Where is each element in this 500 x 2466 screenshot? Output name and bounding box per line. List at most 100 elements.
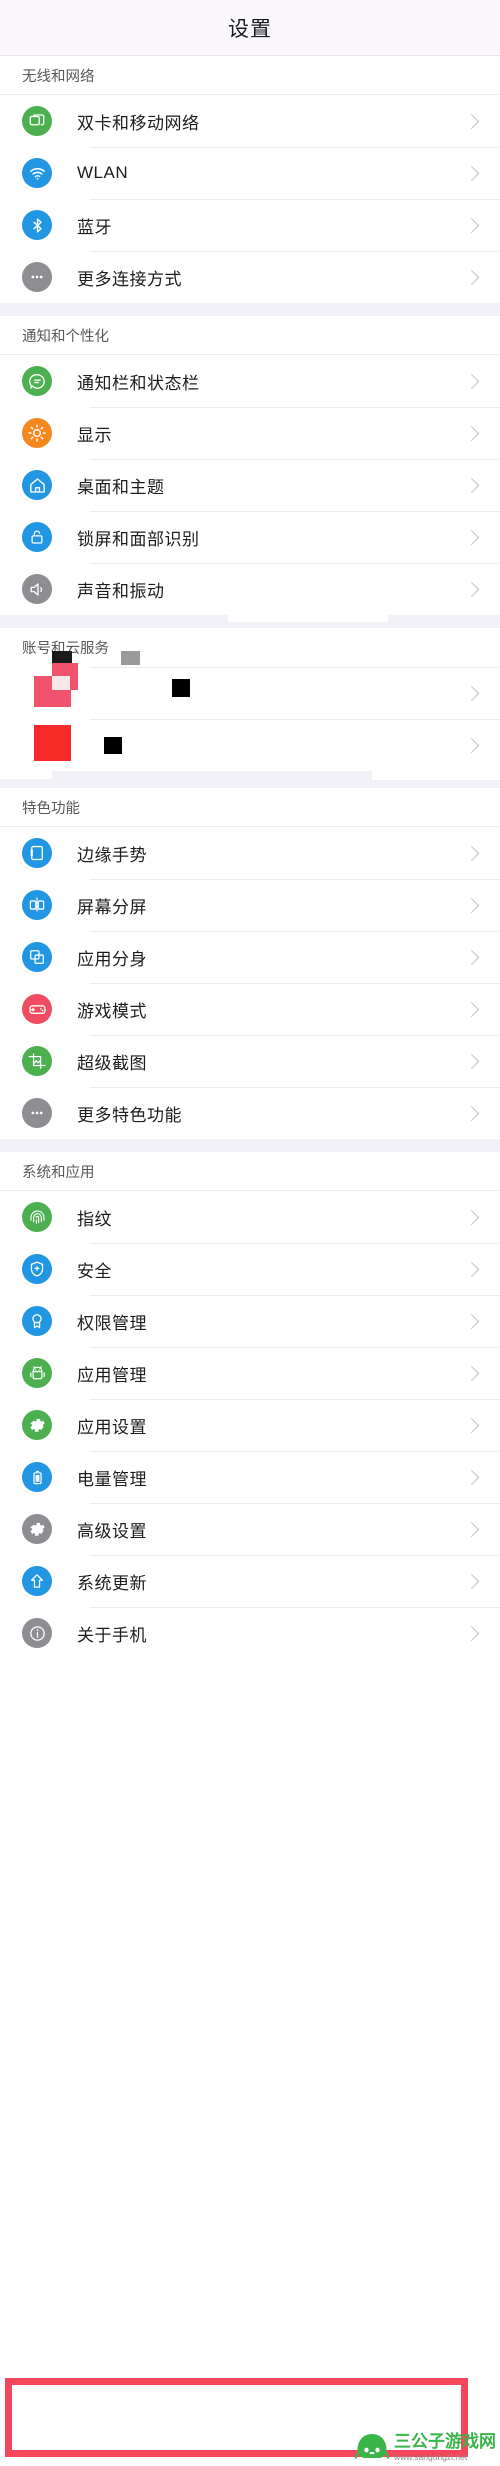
settings-row-dual-sim[interactable]: 双卡和移动网络 — [0, 95, 500, 147]
settings-row-display[interactable]: 显示 — [0, 407, 500, 459]
permission-badge-icon — [22, 1306, 52, 1336]
settings-row-label: 蓝牙 — [77, 217, 112, 237]
settings-row-label: 应用分身 — [77, 949, 147, 969]
torn-overlay — [228, 615, 388, 622]
chevron-right-icon — [463, 113, 480, 129]
settings-row-label: 锁屏和面部识别 — [77, 529, 200, 549]
settings-row-label: 应用管理 — [77, 1365, 147, 1385]
chevron-right-icon — [463, 269, 480, 285]
section-header-features: 特色功能 — [0, 788, 500, 827]
page-title: 设置 — [228, 17, 272, 41]
bluetooth-icon — [22, 210, 52, 240]
chevron-right-icon — [463, 1417, 480, 1433]
gamepad-icon — [22, 994, 52, 1024]
screenshot-icon — [22, 1046, 52, 1076]
gear-icon — [22, 1514, 52, 1544]
settings-row-label: WLAN — [77, 163, 129, 182]
settings-row-label: 系统更新 — [77, 1573, 147, 1593]
watermark-site-name: 三公子游戏网 — [394, 2431, 496, 2451]
settings-row-label: 更多连接方式 — [77, 269, 182, 289]
more-dots-icon — [22, 262, 52, 292]
chevron-right-icon — [463, 165, 480, 181]
battery-icon — [22, 1462, 52, 1492]
info-icon — [22, 1618, 52, 1648]
section-divider — [0, 303, 500, 316]
app-header: 设置 — [0, 0, 500, 56]
brightness-icon — [22, 418, 52, 448]
settings-row-app-clone[interactable]: 应用分身 — [0, 931, 500, 983]
settings-list: 无线和网络 双卡和移动网络 WLAN 蓝牙 更多连接方式 通知和个性化 通知栏和… — [0, 56, 500, 1659]
settings-row-app-settings[interactable]: 应用设置 — [0, 1399, 500, 1451]
chevron-right-icon — [463, 1469, 480, 1485]
chevron-right-icon — [463, 581, 480, 597]
settings-row-account-1[interactable] — [0, 663, 500, 719]
home-icon — [22, 470, 52, 500]
settings-row-permission-manager[interactable]: 权限管理 — [0, 1295, 500, 1347]
settings-row-label: 桌面和主题 — [77, 477, 165, 497]
fingerprint-icon — [22, 1202, 52, 1232]
chevron-right-icon — [463, 477, 480, 493]
redaction-block — [172, 679, 190, 697]
section-divider — [0, 771, 500, 788]
redaction-block — [121, 651, 140, 665]
settings-row-more-connections[interactable]: 更多连接方式 — [0, 251, 500, 303]
redaction-block — [34, 725, 71, 761]
settings-row-fingerprint[interactable]: 指纹 — [0, 1191, 500, 1243]
settings-row-edge-gesture[interactable]: 边缘手势 — [0, 827, 500, 879]
settings-row-label: 权限管理 — [77, 1313, 147, 1333]
chevron-right-icon — [463, 1573, 480, 1589]
settings-row-label: 游戏模式 — [77, 1001, 147, 1021]
settings-row-split-screen[interactable]: 屏幕分屏 — [0, 879, 500, 931]
section-header-notification: 通知和个性化 — [0, 316, 500, 355]
settings-row-label: 双卡和移动网络 — [77, 113, 200, 133]
settings-row-lockscreen-face[interactable]: 锁屏和面部识别 — [0, 511, 500, 563]
settings-row-account-2[interactable] — [0, 719, 500, 771]
speaker-icon — [22, 574, 52, 604]
settings-row-more-features[interactable]: 更多特色功能 — [0, 1087, 500, 1139]
settings-row-home-theme[interactable]: 桌面和主题 — [0, 459, 500, 511]
section-divider — [0, 615, 500, 628]
settings-row-wlan[interactable]: WLAN — [0, 147, 500, 199]
section-header-account: 账号和云服务 — [0, 628, 500, 667]
account-redacted-block — [0, 651, 500, 771]
chevron-right-icon — [463, 737, 480, 753]
redaction-block — [52, 676, 70, 690]
chat-bubble-icon — [22, 366, 52, 396]
lock-icon — [22, 522, 52, 552]
settings-row-battery-manager[interactable]: 电量管理 — [0, 1451, 500, 1503]
settings-row-advanced-settings[interactable]: 高级设置 — [0, 1503, 500, 1555]
settings-row-label: 更多特色功能 — [77, 1105, 182, 1125]
section-header-wireless: 无线和网络 — [0, 56, 500, 95]
chevron-right-icon — [463, 1209, 480, 1225]
settings-row-system-update[interactable]: 系统更新 — [0, 1555, 500, 1607]
settings-row-notification-bar[interactable]: 通知栏和状态栏 — [0, 355, 500, 407]
up-arrow-icon — [22, 1566, 52, 1596]
settings-row-about-phone[interactable]: 关于手机 — [0, 1607, 500, 1659]
chevron-right-icon — [463, 1105, 480, 1121]
watermark-site-url: www.sangongzi.net — [394, 2451, 468, 2462]
settings-row-label: 安全 — [77, 1261, 112, 1281]
watermark-logo-icon — [354, 2431, 390, 2461]
settings-row-label: 电量管理 — [77, 1469, 147, 1489]
chevron-right-icon — [463, 217, 480, 233]
torn-overlay — [0, 771, 52, 779]
settings-row-label: 应用设置 — [77, 1417, 147, 1437]
chevron-right-icon — [463, 1313, 480, 1329]
settings-row-label: 指纹 — [77, 1209, 112, 1229]
settings-row-game-mode[interactable]: 游戏模式 — [0, 983, 500, 1035]
settings-row-app-manager[interactable]: 应用管理 — [0, 1347, 500, 1399]
settings-row-label: 高级设置 — [77, 1521, 147, 1541]
settings-row-sound-vibration[interactable]: 声音和振动 — [0, 563, 500, 615]
settings-row-label: 声音和振动 — [77, 581, 165, 601]
settings-row-super-screenshot[interactable]: 超级截图 — [0, 1035, 500, 1087]
settings-row-label: 关于手机 — [77, 1625, 147, 1645]
site-watermark: 三公子游戏网 www.sangongzi.net — [354, 2431, 496, 2462]
settings-row-security[interactable]: 安全 — [0, 1243, 500, 1295]
chevron-right-icon — [463, 373, 480, 389]
chevron-right-icon — [463, 685, 480, 701]
shield-icon — [22, 1254, 52, 1284]
watermark-text: 三公子游戏网 www.sangongzi.net — [394, 2433, 496, 2462]
chevron-right-icon — [463, 845, 480, 861]
settings-row-bluetooth[interactable]: 蓝牙 — [0, 199, 500, 251]
chevron-right-icon — [463, 1365, 480, 1381]
